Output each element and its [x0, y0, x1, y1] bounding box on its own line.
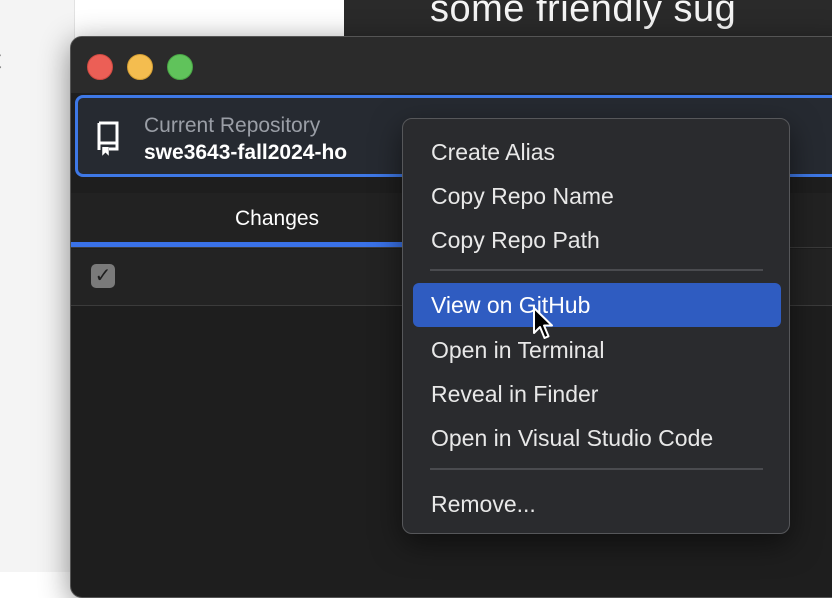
current-repository-label: Current Repository: [144, 114, 321, 137]
tab-changes[interactable]: Changes: [71, 193, 411, 247]
repo-icon: [97, 121, 119, 156]
mouse-pointer-icon: [533, 307, 553, 339]
menu-item-label: View on GitHub: [431, 292, 591, 318]
menu-item-open-in-vscode[interactable]: Open in Visual Studio Code: [413, 416, 781, 460]
background-left-text: t: [0, 44, 1, 75]
menu-item-reveal-in-finder[interactable]: Reveal in Finder: [413, 372, 781, 416]
tab-changes-label: Changes: [235, 207, 320, 230]
menu-item-copy-repo-path[interactable]: Copy Repo Path: [413, 218, 781, 262]
menu-item-label: Reveal in Finder: [431, 381, 599, 407]
menu-separator: [430, 468, 763, 470]
menu-item-label: Copy Repo Name: [431, 183, 614, 209]
menu-item-remove[interactable]: Remove...: [413, 482, 781, 526]
menu-item-label: Copy Repo Path: [431, 227, 600, 253]
title-bar: [71, 37, 832, 93]
menu-item-create-alias[interactable]: Create Alias: [413, 130, 781, 174]
tab-active-indicator: [71, 242, 411, 247]
close-window-button[interactable]: [87, 54, 113, 80]
select-all-checkbox[interactable]: ✓: [91, 264, 115, 288]
menu-separator: [430, 269, 763, 271]
minimize-window-button[interactable]: [127, 54, 153, 80]
background-top-text: some friendly sug: [430, 0, 737, 30]
menu-item-open-in-terminal[interactable]: Open in Terminal: [413, 328, 781, 372]
menu-item-label: Open in Visual Studio Code: [431, 425, 714, 451]
menu-item-copy-repo-name[interactable]: Copy Repo Name: [413, 174, 781, 218]
current-repository-name: swe3643-fall2024-ho: [144, 141, 348, 164]
background-window-left: t: [0, 0, 75, 572]
menu-item-label: Create Alias: [431, 139, 556, 165]
menu-item-label: Open in Terminal: [431, 337, 605, 363]
menu-item-view-on-github[interactable]: View on GitHub: [413, 283, 781, 327]
repository-context-menu: Create Alias Copy Repo Name Copy Repo Pa…: [402, 118, 790, 534]
zoom-window-button[interactable]: [167, 54, 193, 80]
menu-item-label: Remove...: [431, 491, 536, 517]
